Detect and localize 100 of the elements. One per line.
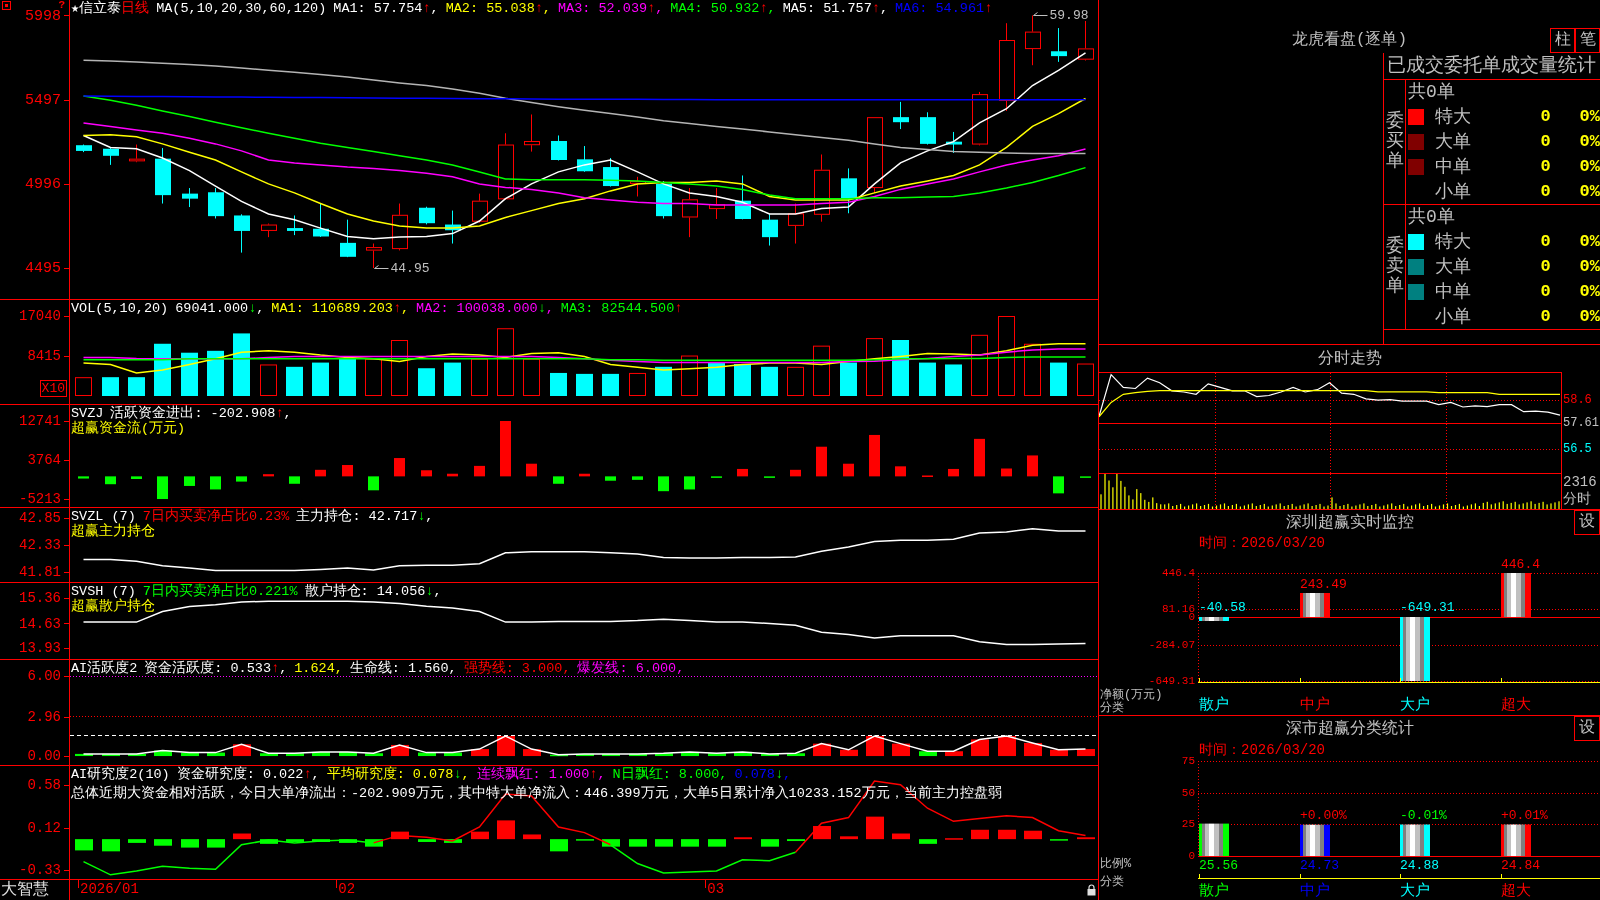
value-label: 24.84 bbox=[1501, 857, 1540, 873]
axis-title: 分类 bbox=[1100, 875, 1124, 889]
axis-label: 8415 bbox=[27, 349, 61, 363]
axis-label: 0.58 bbox=[27, 778, 61, 792]
chart-legend: AI研究度2(10) 资金研究度: 0.022↑, 平均研究度: 0.078↓, 连续飘红: 1.000↑, N日飘红: 8.000, 0.078↓, bbox=[71, 767, 792, 782]
change-label: +0.00% bbox=[1300, 808, 1347, 824]
axis-label: 0 bbox=[1188, 613, 1195, 621]
brand-label: 大智慧 bbox=[1, 881, 49, 899]
order-volume: 0 bbox=[1540, 156, 1551, 177]
price-callout: 59.98 bbox=[1033, 8, 1089, 23]
order-size-label: 大单 bbox=[1435, 257, 1471, 277]
axis-label: 17040 bbox=[19, 309, 61, 323]
axis-label: 13.93 bbox=[19, 641, 61, 655]
axis-label: 0 bbox=[1188, 852, 1195, 860]
value-label: -649.31 bbox=[1400, 600, 1455, 616]
order-volume: 0 bbox=[1540, 181, 1551, 202]
date-label: 02 bbox=[338, 881, 356, 898]
category-label: 中户 bbox=[1300, 882, 1330, 900]
order-volume: 0 bbox=[1540, 107, 1551, 128]
axis-title: 分类 bbox=[1100, 701, 1124, 715]
order-share: 0% bbox=[1579, 232, 1600, 253]
axis-label: -649.31 bbox=[1148, 677, 1195, 685]
order-size-label: 特大 bbox=[1435, 232, 1471, 253]
category-label: 大户 bbox=[1400, 696, 1430, 714]
unit-label: 分时 bbox=[1563, 491, 1591, 508]
value-label: 24.88 bbox=[1400, 857, 1439, 873]
chart-note: 超赢主力持仓 bbox=[71, 524, 155, 539]
axis-title: 净额(万元) bbox=[1100, 688, 1163, 702]
section-title: 深市超赢分类统计 bbox=[1285, 718, 1414, 739]
axis-label: 42.85 bbox=[19, 511, 61, 525]
section-title: 分时走势 bbox=[1317, 348, 1382, 369]
chart-legend: VOL(5,10,20) 69041.000↓, MA1: 110689.203↑, MA2: 100038.000↓, MA3: 82544.500↑ bbox=[71, 301, 683, 316]
category-label: 散户 bbox=[1199, 696, 1229, 714]
axis-label: 2.96 bbox=[27, 710, 61, 723]
unit-label: X10 bbox=[39, 380, 67, 397]
axis-label: 3764 bbox=[27, 453, 61, 467]
order-count: 共0单 bbox=[1408, 82, 1455, 103]
change-label: +0.01% bbox=[1501, 808, 1548, 824]
table-title: 已成交委托单成交量统计 bbox=[1387, 55, 1596, 77]
category-label: 中户 bbox=[1300, 696, 1330, 714]
axis-label: 15.36 bbox=[19, 591, 61, 605]
order-volume: 0 bbox=[1540, 306, 1551, 327]
group-label: 委买单 bbox=[1385, 112, 1404, 172]
axis-label: 4495 bbox=[25, 261, 61, 275]
order-size-label: 大单 bbox=[1435, 132, 1471, 152]
order-volume: 0 bbox=[1540, 132, 1551, 152]
axis-label: 50 bbox=[1181, 788, 1195, 797]
category-label: 超大 bbox=[1501, 882, 1531, 900]
order-count: 共0单 bbox=[1408, 207, 1455, 228]
panel-title: 龙虎看盘(逐单) bbox=[1291, 30, 1408, 51]
chart-note: 超赢散户持仓 bbox=[71, 599, 155, 614]
date-label: 03 bbox=[707, 881, 725, 898]
order-volume: 0 bbox=[1540, 281, 1551, 302]
order-share: 0% bbox=[1579, 132, 1600, 152]
chart-legend: AI活跃度2 资金活跃度: 0.533↑, 1.624, 生命线: 1.560, 强势线: 3.000, 爆发线: 6.000, bbox=[71, 661, 685, 676]
value-label: 24.73 bbox=[1300, 857, 1339, 873]
axis-label: -5213 bbox=[19, 492, 61, 506]
order-size-label: 小单 bbox=[1435, 306, 1471, 327]
value-label: 446.4 bbox=[1501, 556, 1540, 572]
time-label: 时间：2026/03/20 bbox=[1199, 535, 1325, 551]
change-label: -0.01% bbox=[1400, 808, 1447, 823]
axis-label: 12741 bbox=[19, 414, 61, 428]
annotation: 59.98 bbox=[1049, 8, 1089, 23]
axis-label: 5998 bbox=[25, 9, 61, 22]
axis-label: 41.81 bbox=[19, 565, 61, 579]
value-label: -40.58 bbox=[1199, 600, 1246, 616]
order-share: 0% bbox=[1579, 281, 1600, 302]
category-label: 超大 bbox=[1501, 696, 1531, 714]
axis-label: 4996 bbox=[25, 177, 61, 191]
price-callout: 44.95 bbox=[374, 261, 430, 276]
chart-legend: SVZJ 活跃资金进出: -202.908↑, bbox=[71, 406, 292, 421]
order-size-label: 小单 bbox=[1435, 181, 1471, 202]
axis-label: 42.33 bbox=[19, 538, 61, 552]
group-label: 委卖单 bbox=[1385, 237, 1404, 297]
category-label: 散户 bbox=[1199, 882, 1229, 900]
axis-label: 0.00 bbox=[27, 749, 61, 763]
order-size-label: 中单 bbox=[1435, 281, 1471, 302]
time-label: 时间：2026/03/20 bbox=[1199, 742, 1325, 758]
order-volume: 0 bbox=[1540, 257, 1551, 277]
axis-label: 75 bbox=[1181, 757, 1195, 765]
section-title: 深圳超赢实时监控 bbox=[1285, 512, 1414, 533]
axis-label: -0.33 bbox=[19, 863, 61, 877]
order-size-label: 中单 bbox=[1435, 156, 1471, 177]
axis-label: 56.5 bbox=[1563, 442, 1592, 455]
category-label: 大户 bbox=[1400, 882, 1430, 900]
value-label: 243.49 bbox=[1300, 576, 1347, 592]
axis-label: 0.12 bbox=[27, 821, 61, 835]
axis-title: 比例% bbox=[1100, 857, 1132, 871]
axis-label: 57.61 bbox=[1563, 417, 1599, 429]
axis-label: -284.07 bbox=[1148, 641, 1195, 649]
order-share: 0% bbox=[1579, 107, 1600, 128]
date-label: 2026/01 bbox=[80, 881, 139, 898]
order-share: 0% bbox=[1579, 306, 1600, 327]
scale-label: 2316 bbox=[1563, 474, 1597, 491]
chart-legend: SVSH (7) 7日内买卖净占比0.221% 散户持仓: 14.056↓, bbox=[71, 584, 442, 599]
axis-label: 58.6 bbox=[1563, 394, 1592, 407]
order-share: 0% bbox=[1579, 257, 1600, 277]
chart-legend: SVZL (7) 7日内买卖净占比0.23% 主力持仓: 42.717↓, bbox=[71, 509, 434, 524]
chart-note: 超赢资金流(万元) bbox=[71, 421, 186, 436]
order-volume: 0 bbox=[1540, 232, 1551, 253]
